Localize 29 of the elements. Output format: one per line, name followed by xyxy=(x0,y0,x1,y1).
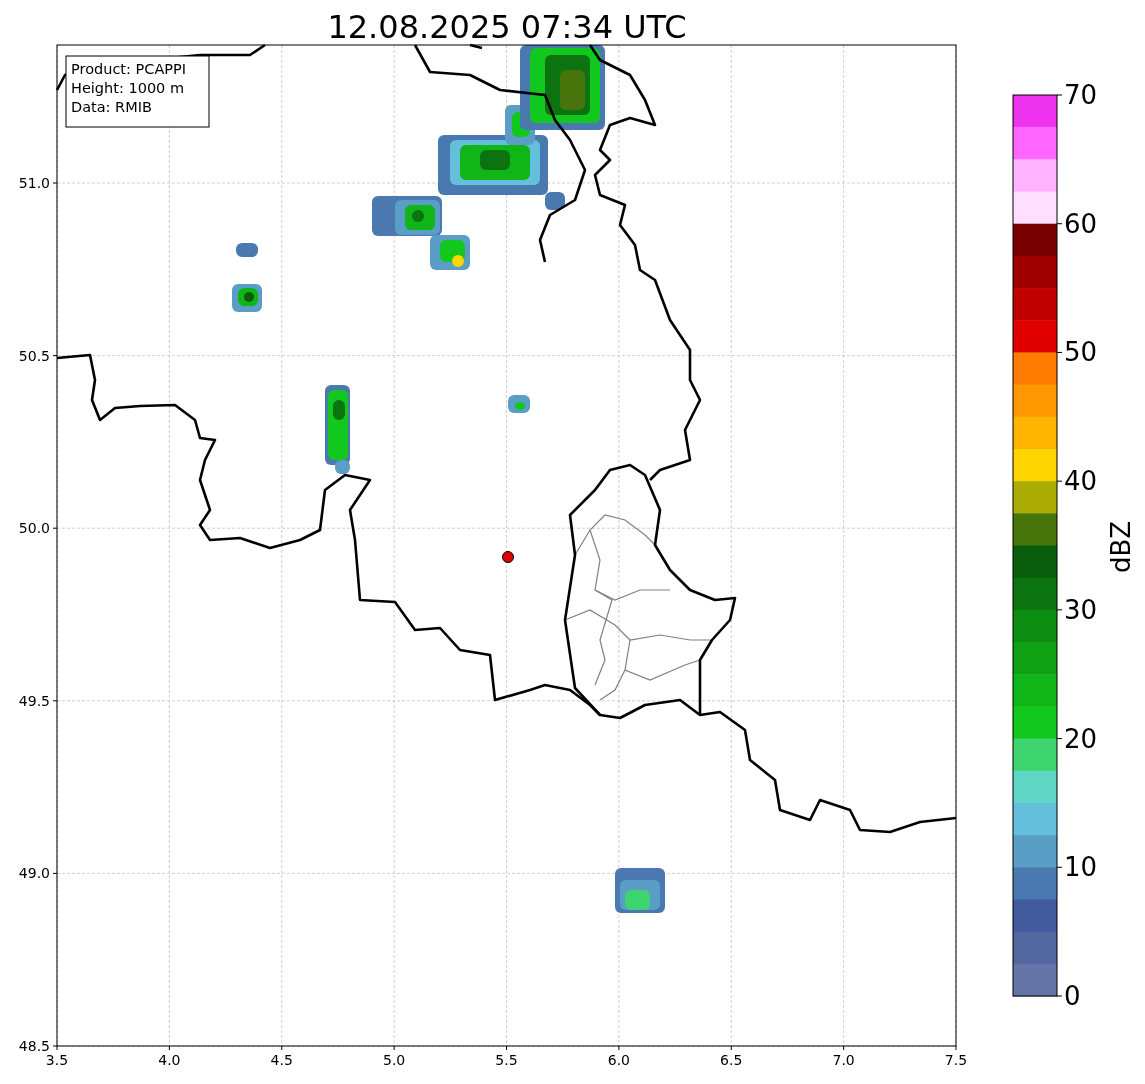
x-tick-label: 3.5 xyxy=(45,1052,69,1068)
x-tick-label: 4.0 xyxy=(158,1052,181,1068)
x-tick-label: 5.5 xyxy=(495,1052,518,1068)
info-text: Height: 1000 m xyxy=(71,80,185,96)
chart-title: 12.08.2025 07:34 UTC xyxy=(327,8,687,46)
y-tick-label: 49.5 xyxy=(18,692,50,709)
info-text: Data: RMIB xyxy=(71,99,152,115)
y-tick-label: 48.5 xyxy=(18,1038,50,1054)
y-tick-label: 51.0 xyxy=(18,175,50,191)
colorbar-tick-label: 70 xyxy=(1064,80,1098,110)
info-text: Product: PCAPPI xyxy=(71,61,187,77)
y-tick-label: 50.0 xyxy=(18,520,50,537)
x-tick-label: 4.5 xyxy=(270,1052,293,1068)
colorbar-tick-label: 10 xyxy=(1064,852,1098,883)
y-tick-label: 50.5 xyxy=(18,347,50,364)
colorbar-tick-label: 30 xyxy=(1064,594,1098,625)
colorbar-tick-label: 40 xyxy=(1064,466,1098,497)
x-tick-label: 6.5 xyxy=(720,1052,743,1068)
x-tick-label: 7.0 xyxy=(832,1052,855,1068)
y-tick-label: 49.0 xyxy=(18,865,50,882)
x-tick-label: 7.5 xyxy=(944,1052,968,1068)
radar-site-marker xyxy=(502,551,514,563)
colorbar-tick-label: 60 xyxy=(1064,208,1098,239)
colorbar-tick-label: 0 xyxy=(1064,981,1081,1011)
colorbar-tick-label: 20 xyxy=(1064,723,1098,754)
x-tick-label: 6.0 xyxy=(607,1052,630,1068)
x-tick-label: 5.0 xyxy=(383,1052,406,1068)
colorbar-label: dBZ xyxy=(1106,520,1136,574)
colorbar-tick-label: 50 xyxy=(1064,337,1098,368)
